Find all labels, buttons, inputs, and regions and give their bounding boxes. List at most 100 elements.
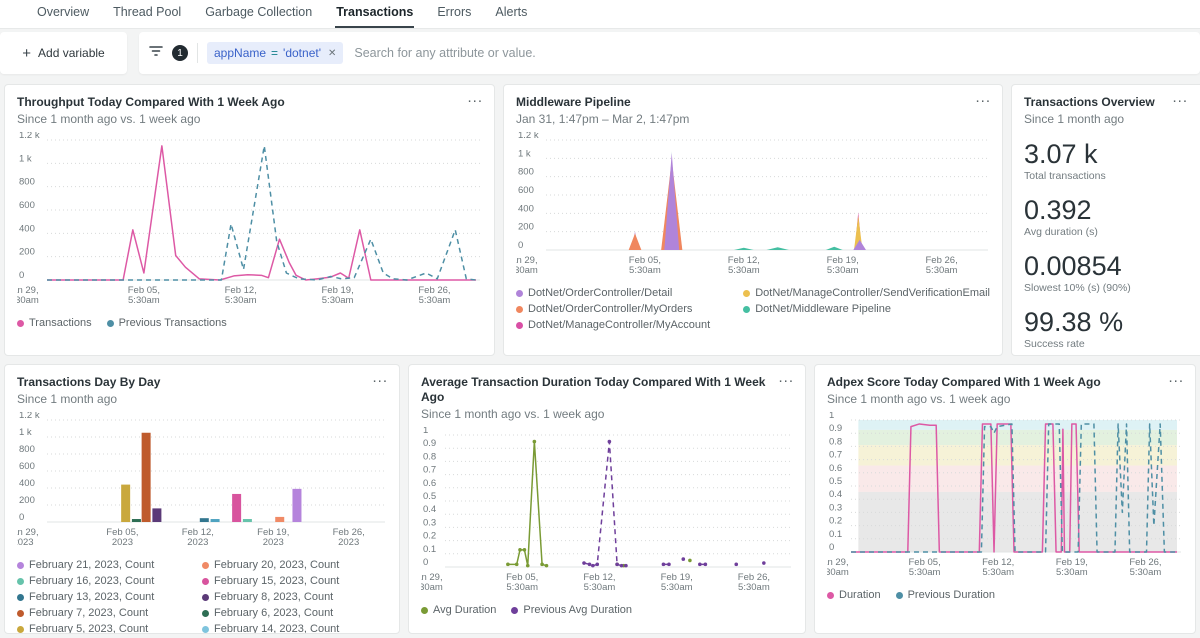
avg-duration-legend: Avg Duration Previous Avg Duration (421, 602, 793, 618)
filter-icon[interactable] (149, 44, 163, 62)
legend-label: February 5, 2023, Count (29, 621, 148, 634)
legend-item[interactable]: DotNet/Middleware Pipeline (743, 301, 990, 317)
legend-item[interactable]: Transactions (17, 315, 92, 331)
svg-text:1: 1 (829, 412, 834, 421)
legend-dot (202, 594, 209, 601)
svg-text:5:30am: 5:30am (419, 295, 451, 306)
tab-alerts[interactable]: Alerts (494, 0, 528, 28)
legend-label: DotNet/Middleware Pipeline (755, 301, 891, 317)
add-variable-button[interactable]: + Add variable (0, 32, 127, 74)
legend-item[interactable]: February 15, 2023, Count (202, 573, 387, 589)
chip-value: 'dotnet' (283, 46, 321, 60)
panel-menu-button[interactable]: ... (1172, 91, 1188, 105)
middleware-chart[interactable]: 1.2 k1 k8006004002000Jan 29,5:30amFeb 05… (516, 132, 990, 280)
svg-text:800: 800 (518, 167, 534, 178)
legend-label: DotNet/ManageController/MyAccount (528, 317, 710, 333)
stat-label: Avg duration (s) (1024, 226, 1198, 238)
filter-count-badge: 1 (172, 45, 188, 61)
panel-subtitle: Since 1 month ago vs. 1 week ago (17, 112, 482, 126)
svg-text:5:30am: 5:30am (827, 567, 849, 578)
legend-item[interactable]: February 5, 2023, Count (17, 621, 202, 634)
throughput-chart[interactable]: 1.2 k1 k8006004002000Jan 29,5:30amFeb 05… (17, 132, 482, 310)
legend-item[interactable]: February 21, 2023, Count (17, 557, 202, 573)
add-variable-label: Add variable (38, 46, 105, 60)
svg-text:5:30am: 5:30am (728, 265, 760, 276)
legend-item[interactable]: Avg Duration (421, 602, 496, 618)
legend-dot (202, 626, 209, 633)
panel-day-by-day: Transactions Day By Day Since 1 month ag… (4, 364, 400, 634)
legend-label: Previous Avg Duration (523, 602, 632, 618)
legend-item[interactable]: February 7, 2023, Count (17, 605, 202, 621)
legend-item[interactable]: February 13, 2023, Count (17, 589, 202, 605)
legend-item[interactable]: DotNet/ManageController/MyAccount (516, 317, 743, 333)
legend-dot (107, 320, 114, 327)
svg-text:0.1: 0.1 (829, 529, 842, 540)
legend-dot (17, 562, 24, 569)
legend-column: DotNet/OrderController/DetailDotNet/Orde… (516, 285, 743, 333)
legend-item[interactable]: Previous Transactions (107, 315, 227, 331)
svg-text:5:30am: 5:30am (506, 582, 538, 593)
svg-text:0.6: 0.6 (829, 463, 842, 474)
tab-transactions[interactable]: Transactions (335, 0, 414, 28)
legend-item[interactable]: DotNet/OrderController/MyOrders (516, 301, 743, 317)
chip-remove-icon[interactable]: ✕ (328, 48, 336, 59)
svg-text:5:30am: 5:30am (17, 295, 39, 306)
legend-item[interactable]: February 14, 2023, Count (202, 621, 387, 634)
svg-text:5:30am: 5:30am (982, 567, 1014, 578)
apdex-legend: Duration Previous Duration (827, 587, 1183, 603)
legend-dot (827, 592, 834, 599)
legend-item[interactable]: February 20, 2023, Count (202, 557, 387, 573)
legend-dot (17, 610, 24, 617)
svg-text:800: 800 (19, 177, 35, 188)
svg-text:5:30am: 5:30am (128, 295, 160, 306)
svg-text:200: 200 (518, 222, 534, 233)
panel-menu-button[interactable]: ... (372, 371, 388, 385)
overview-stats: 3.07 kTotal transactions0.392Avg duratio… (1024, 139, 1198, 350)
svg-text:0.8: 0.8 (829, 436, 842, 447)
legend-dot (17, 626, 24, 633)
apdex-chart[interactable]: 10.90.80.70.60.50.40.30.20.10Jan 29,5:30… (827, 412, 1183, 582)
svg-text:0.7: 0.7 (829, 450, 842, 461)
legend-item[interactable]: DotNet/OrderController/Detail (516, 285, 743, 301)
panel-transactions-overview: Transactions Overview Since 1 month ago … (1011, 84, 1200, 356)
panel-menu-button[interactable]: ... (1168, 371, 1184, 385)
legend-dot (17, 578, 24, 585)
legend-item[interactable]: Previous Duration (896, 587, 995, 603)
panel-title: Middleware Pipeline (516, 95, 990, 110)
legend-dot (202, 610, 209, 617)
legend-item[interactable]: February 6, 2023, Count (202, 605, 387, 621)
legend-item[interactable]: DotNet/ManageController/SendVerification… (743, 285, 990, 301)
day-by-day-chart[interactable]: 1.2 k1 k8006004002000Jan 29,2023Feb 05,2… (17, 412, 387, 552)
tab-garbage-collection[interactable]: Garbage Collection (204, 0, 313, 28)
legend-dot (516, 322, 523, 329)
panel-menu-button[interactable]: ... (467, 91, 483, 105)
stat-label: Slowest 10% (s) (90%) (1024, 282, 1198, 294)
legend-item[interactable]: Previous Avg Duration (511, 602, 632, 618)
tab-thread-pool[interactable]: Thread Pool (112, 0, 182, 28)
tab-errors[interactable]: Errors (436, 0, 472, 28)
filter-search-box[interactable]: 1 appName = 'dotnet' ✕ (139, 32, 1200, 74)
legend-dot (516, 306, 523, 313)
legend-item[interactable]: February 16, 2023, Count (17, 573, 202, 589)
filter-chip-appname[interactable]: appName = 'dotnet' ✕ (207, 42, 343, 64)
tab-overview[interactable]: Overview (36, 0, 90, 28)
legend-item[interactable]: February 8, 2023, Count (202, 589, 387, 605)
stat-value: 99.38 % (1024, 307, 1198, 337)
panel-subtitle: Since 1 month ago vs. 1 week ago (827, 392, 1183, 406)
svg-text:1.2 k: 1.2 k (19, 412, 40, 421)
svg-text:5:30am: 5:30am (661, 582, 693, 593)
svg-text:5:30am: 5:30am (827, 265, 859, 276)
divider (197, 43, 198, 63)
legend-column: DotNet/ManageController/SendVerification… (743, 285, 990, 333)
panel-menu-button[interactable]: ... (975, 91, 991, 105)
avg-duration-chart[interactable]: 10.90.80.70.60.50.40.30.20.10Jan 29,5:30… (421, 427, 793, 597)
panel-subtitle: Since 1 month ago (1024, 112, 1198, 126)
legend-dot (202, 578, 209, 585)
svg-text:0: 0 (423, 557, 428, 568)
panel-avg-duration: Average Transaction Duration Today Compa… (408, 364, 806, 634)
panel-menu-button[interactable]: ... (778, 371, 794, 385)
legend-item[interactable]: Duration (827, 587, 881, 603)
dashboard-row-2: Transactions Day By Day Since 1 month ag… (0, 364, 1200, 634)
search-input[interactable] (352, 45, 1190, 61)
svg-text:0.7: 0.7 (423, 465, 436, 476)
